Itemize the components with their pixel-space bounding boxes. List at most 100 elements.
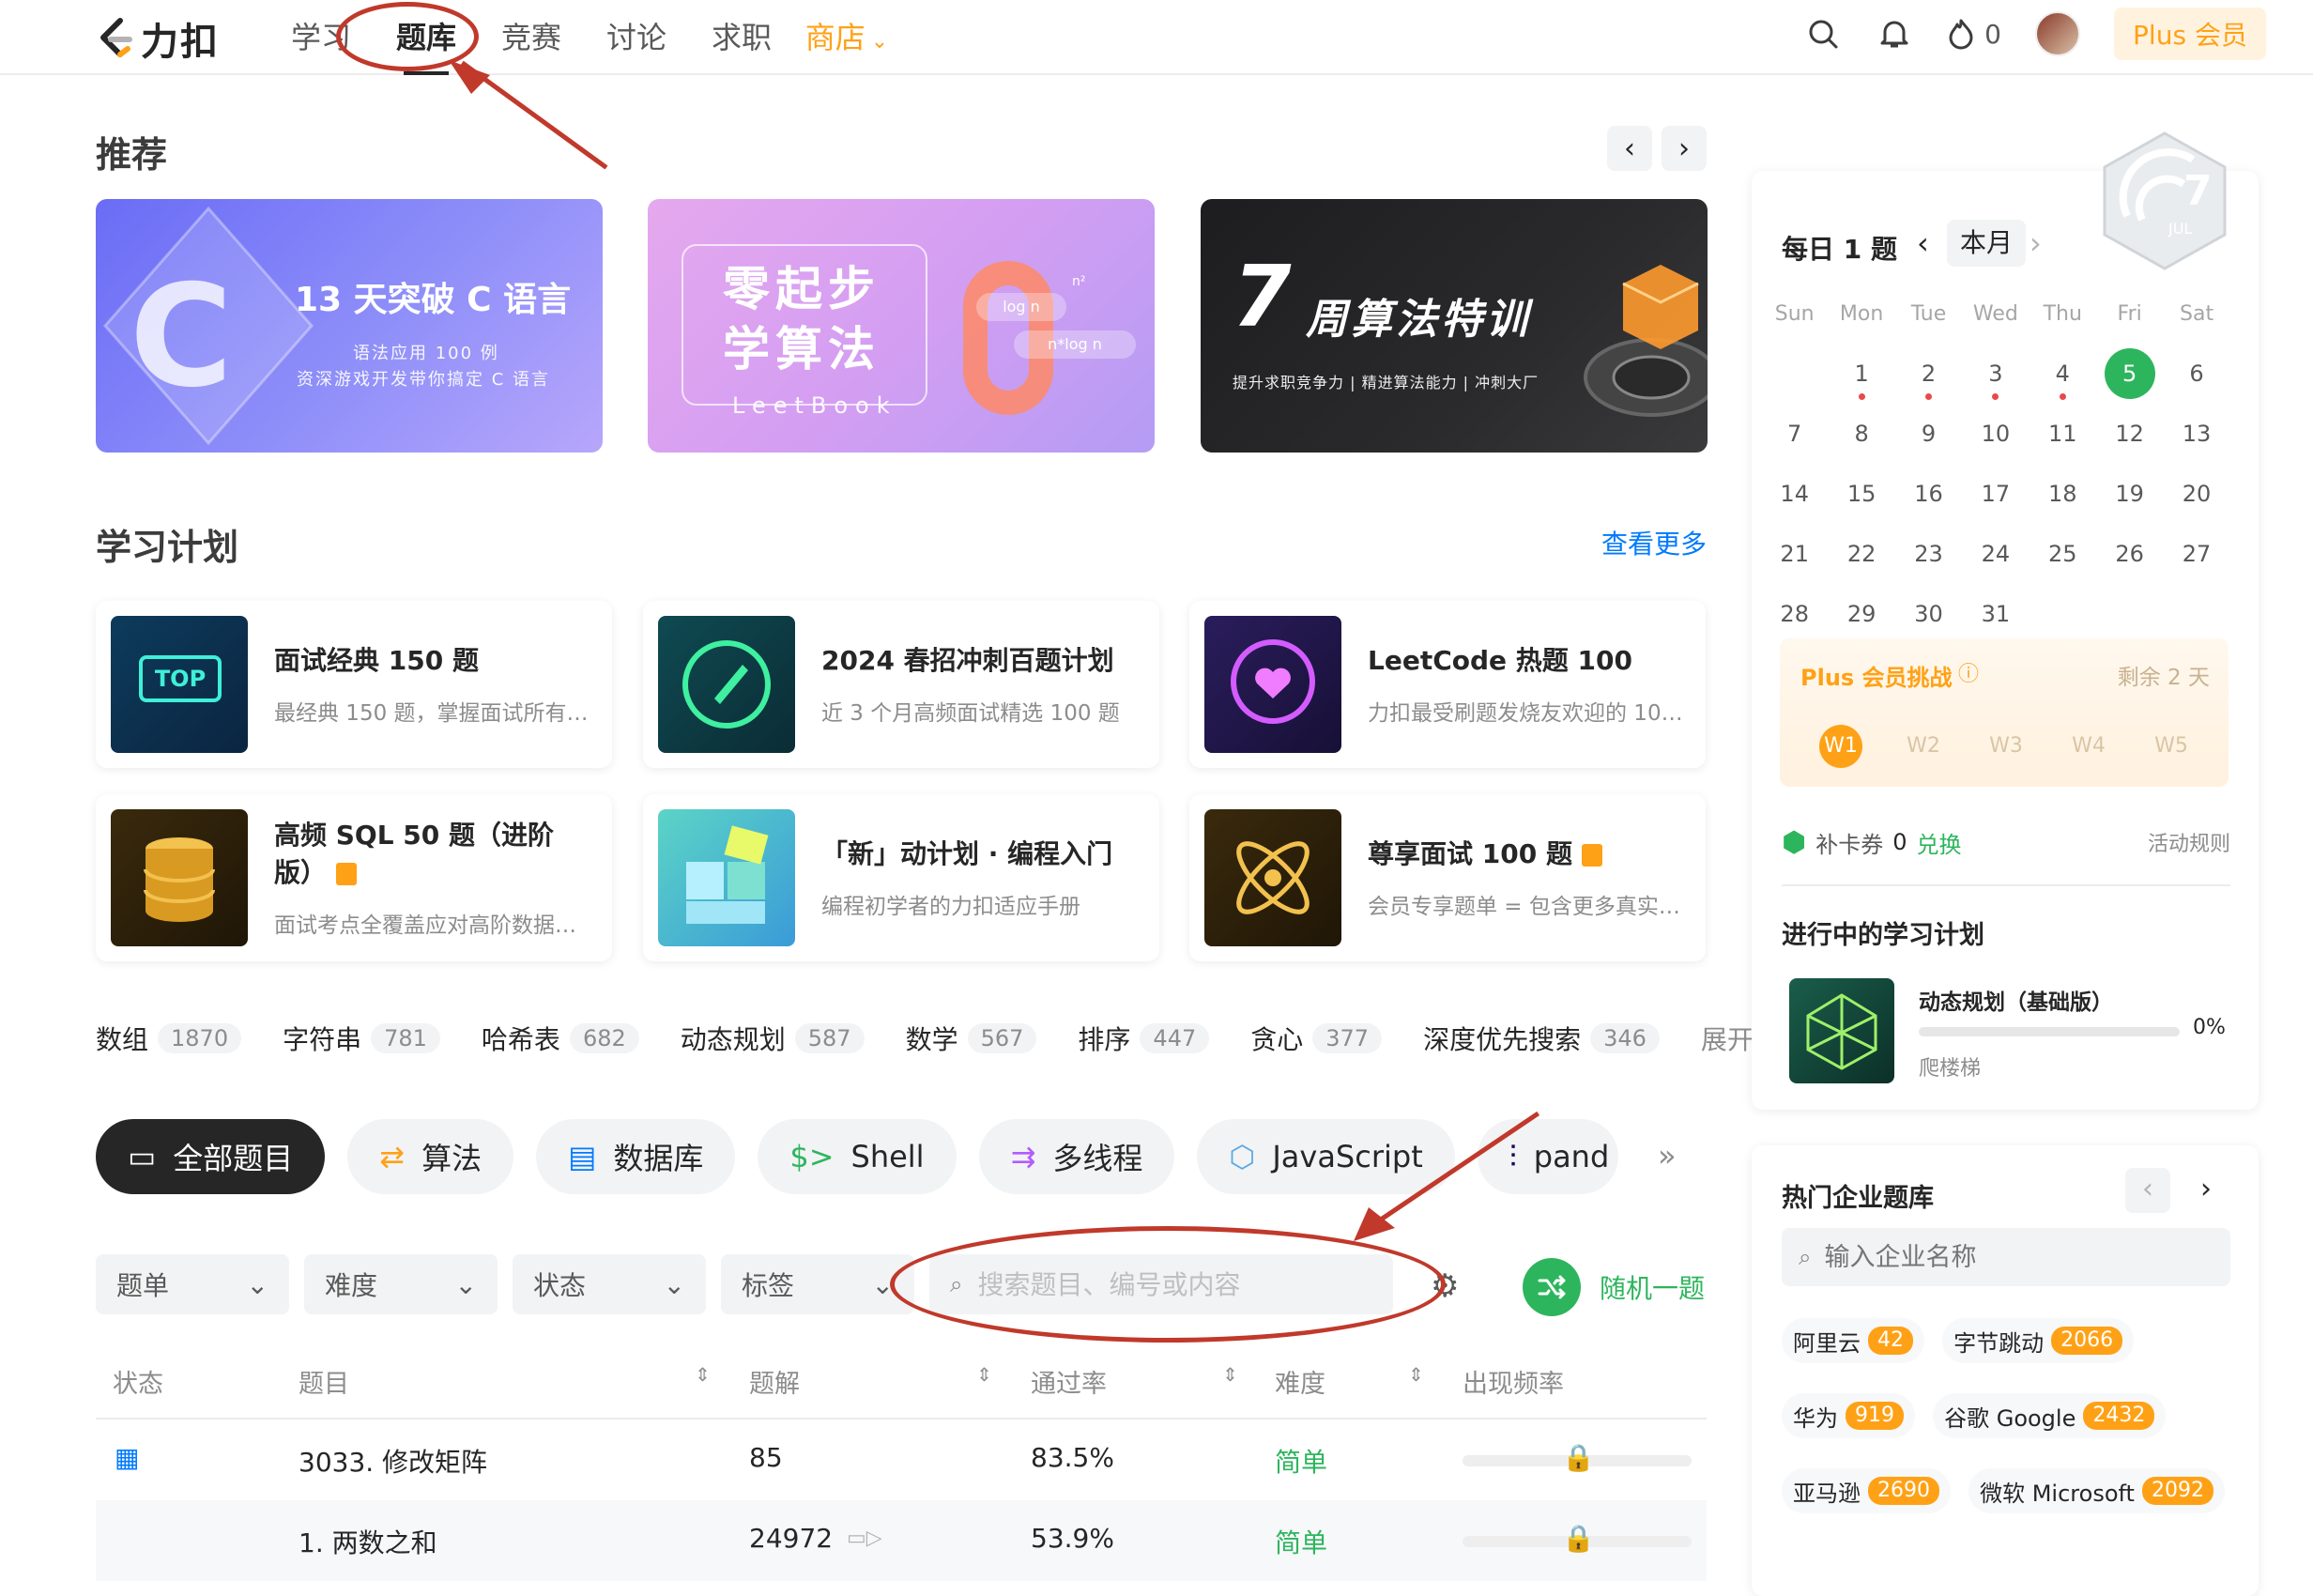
- company-chip[interactable]: 谷歌 Google 2432: [1933, 1393, 2167, 1438]
- rules-link[interactable]: 活动规则: [2148, 827, 2230, 857]
- calendar-day[interactable]: 8: [1828, 421, 1894, 447]
- calendar-day[interactable]: 11: [2030, 421, 2096, 447]
- difficulty-filter[interactable]: 难度 ⌄: [304, 1254, 498, 1314]
- nav-contest[interactable]: 竞赛: [479, 13, 584, 62]
- tag-array[interactable]: 数组 1870: [96, 1020, 242, 1057]
- tag-greedy[interactable]: 贪心 377: [1250, 1020, 1383, 1057]
- col-acceptance[interactable]: 通过率: [1031, 1363, 1107, 1400]
- calendar-day[interactable]: 22: [1828, 541, 1894, 567]
- chevron-left-icon[interactable]: ‹: [1917, 225, 1929, 261]
- problem-title[interactable]: 1. 两数之和: [299, 1523, 437, 1560]
- redeem-link[interactable]: 兑换: [1916, 826, 1961, 859]
- calendar-day[interactable]: 2: [1895, 361, 1962, 400]
- category-shell[interactable]: $> Shell: [758, 1119, 957, 1194]
- plan-card[interactable]: 「新」动计划 · 编程入门 编程初学者的力扣适应手册: [643, 794, 1159, 961]
- calendar-day[interactable]: 1: [1828, 361, 1894, 400]
- monthly-badge[interactable]: 7 JUL: [2099, 130, 2230, 272]
- calendar-day[interactable]: 17: [1962, 481, 2029, 507]
- week-badge[interactable]: W1: [1819, 725, 1862, 768]
- search-icon[interactable]: [1804, 15, 1842, 53]
- category-pandas[interactable]: ⫶ pand: [1477, 1119, 1618, 1194]
- table-row[interactable]: 1. 两数之和 24972 ▭▷ 53.9% 简单 🔒: [96, 1500, 1707, 1581]
- random-problem-button[interactable]: 随机一题: [1523, 1258, 1705, 1316]
- calendar-day[interactable]: 31: [1962, 601, 2029, 627]
- calendar-day[interactable]: 12: [2096, 421, 2163, 447]
- calendar-day[interactable]: 14: [1761, 481, 1828, 507]
- calendar-day[interactable]: 9: [1895, 421, 1962, 447]
- category-javascript[interactable]: ⬡ JavaScript: [1197, 1119, 1455, 1194]
- plus-challenge[interactable]: Plus 会员挑战 ⓘ 剩余 2 天 W1 W2 W3 W4 W5: [1780, 638, 2229, 787]
- calendar-day[interactable]: 18: [2030, 481, 2096, 507]
- tag-string[interactable]: 字符串 781: [283, 1020, 440, 1057]
- calendar-day[interactable]: 30: [1895, 601, 1962, 627]
- plan-card[interactable]: TOP 面试经典 150 题 最经典 150 题，掌握面试所有…: [96, 601, 612, 768]
- bell-icon[interactable]: [1876, 15, 1913, 53]
- tag-sort[interactable]: 排序 447: [1078, 1020, 1210, 1057]
- companies-prev-button[interactable]: ‹: [2125, 1168, 2170, 1213]
- company-chip[interactable]: 亚马逊 2690: [1782, 1468, 1951, 1513]
- streak[interactable]: 0: [1947, 18, 2001, 50]
- nav-store[interactable]: 商店 ⌄: [794, 13, 899, 62]
- sort-icon[interactable]: ⇕: [1408, 1363, 1424, 1386]
- calendar-day[interactable]: 29: [1828, 601, 1894, 627]
- col-difficulty[interactable]: 难度: [1275, 1363, 1325, 1400]
- week-badge[interactable]: W2: [1902, 725, 1945, 768]
- avatar[interactable]: [2035, 11, 2080, 56]
- calendar-day[interactable]: 5: [2096, 348, 2163, 399]
- company-chip[interactable]: 微软 Microsoft 2092: [1968, 1468, 2225, 1513]
- calendar-day[interactable]: 7: [1761, 421, 1828, 447]
- help-icon[interactable]: ⓘ: [1958, 657, 1979, 687]
- tag-dp[interactable]: 动态规划 587: [681, 1020, 865, 1057]
- col-frequency[interactable]: 出现频率: [1463, 1363, 1564, 1400]
- calendar-day[interactable]: 28: [1761, 601, 1828, 627]
- calendar-day[interactable]: 19: [2096, 481, 2163, 507]
- category-database[interactable]: ▤ 数据库: [536, 1119, 736, 1194]
- list-filter[interactable]: 题单 ⌄: [96, 1254, 289, 1314]
- nav-discuss[interactable]: 讨论: [584, 13, 689, 62]
- tag-hash-table[interactable]: 哈希表 682: [482, 1020, 639, 1057]
- nav-jobs[interactable]: 求职: [689, 13, 794, 62]
- company-chip[interactable]: 阿里云 42: [1782, 1318, 1924, 1363]
- tag-dfs[interactable]: 深度优先搜索 346: [1423, 1020, 1660, 1057]
- calendar-day[interactable]: 6: [2163, 361, 2229, 387]
- view-more-link[interactable]: 查看更多: [1601, 524, 1707, 561]
- calendar-day[interactable]: 26: [2096, 541, 2163, 567]
- week-badge[interactable]: W4: [2067, 725, 2110, 768]
- plus-member-button[interactable]: Plus 会员: [2114, 8, 2266, 60]
- category-concurrency[interactable]: ⇉ 多线程: [978, 1119, 1175, 1194]
- calendar-day[interactable]: 16: [1895, 481, 1962, 507]
- col-title[interactable]: 题目: [299, 1363, 349, 1400]
- category-scroll-right-button[interactable]: »: [1658, 1138, 1677, 1174]
- week-badge[interactable]: W5: [2150, 725, 2193, 768]
- calendar-day[interactable]: 3: [1962, 361, 2029, 400]
- calendar-day[interactable]: 15: [1828, 481, 1894, 507]
- tag-math[interactable]: 数学 567: [906, 1020, 1037, 1057]
- sort-icon[interactable]: ⇕: [695, 1363, 711, 1386]
- calendar-day[interactable]: 13: [2163, 421, 2229, 447]
- calendar-day[interactable]: 21: [1761, 541, 1828, 567]
- company-search-input[interactable]: [1824, 1242, 2182, 1272]
- plan-card[interactable]: LeetCode 热题 100 力扣最受刷题发烧友欢迎的 10…: [1189, 601, 1706, 768]
- week-badge[interactable]: W3: [1984, 725, 2028, 768]
- banner-algorithm-basics[interactable]: 零起步 学算法 LeetBook log n n*log n n²: [648, 199, 1155, 453]
- problem-title[interactable]: 3033. 修改矩阵: [299, 1442, 487, 1480]
- companies-next-button[interactable]: ›: [2183, 1168, 2229, 1213]
- sort-icon[interactable]: ⇕: [1222, 1363, 1238, 1386]
- calendar-day[interactable]: 25: [2030, 541, 2096, 567]
- calendar-day[interactable]: 24: [1962, 541, 2029, 567]
- calendar-day[interactable]: 23: [1895, 541, 1962, 567]
- sort-icon[interactable]: ⇕: [976, 1363, 992, 1386]
- plan-card[interactable]: 尊享面试 100 题 会员专享题单 = 包含更多真实…: [1189, 794, 1706, 961]
- tags-filter[interactable]: 标签 ⌄: [721, 1254, 914, 1314]
- company-chip[interactable]: 华为 919: [1782, 1393, 1915, 1438]
- banner-prev-button[interactable]: ‹: [1607, 126, 1652, 171]
- calendar-day[interactable]: 27: [2163, 541, 2229, 567]
- logo[interactable]: 力扣: [94, 11, 220, 66]
- category-algorithms[interactable]: ⇄ 算法: [347, 1119, 514, 1194]
- status-filter[interactable]: 状态 ⌄: [513, 1254, 706, 1314]
- banner-next-button[interactable]: ›: [1662, 126, 1707, 171]
- category-all[interactable]: ▭ 全部题目: [96, 1119, 326, 1194]
- month-selector[interactable]: 本月: [1947, 220, 2027, 267]
- calendar-day[interactable]: 10: [1962, 421, 2029, 447]
- plan-card[interactable]: 高频 SQL 50 题（进阶版） 面试考点全覆盖应对高阶数据…: [96, 794, 612, 961]
